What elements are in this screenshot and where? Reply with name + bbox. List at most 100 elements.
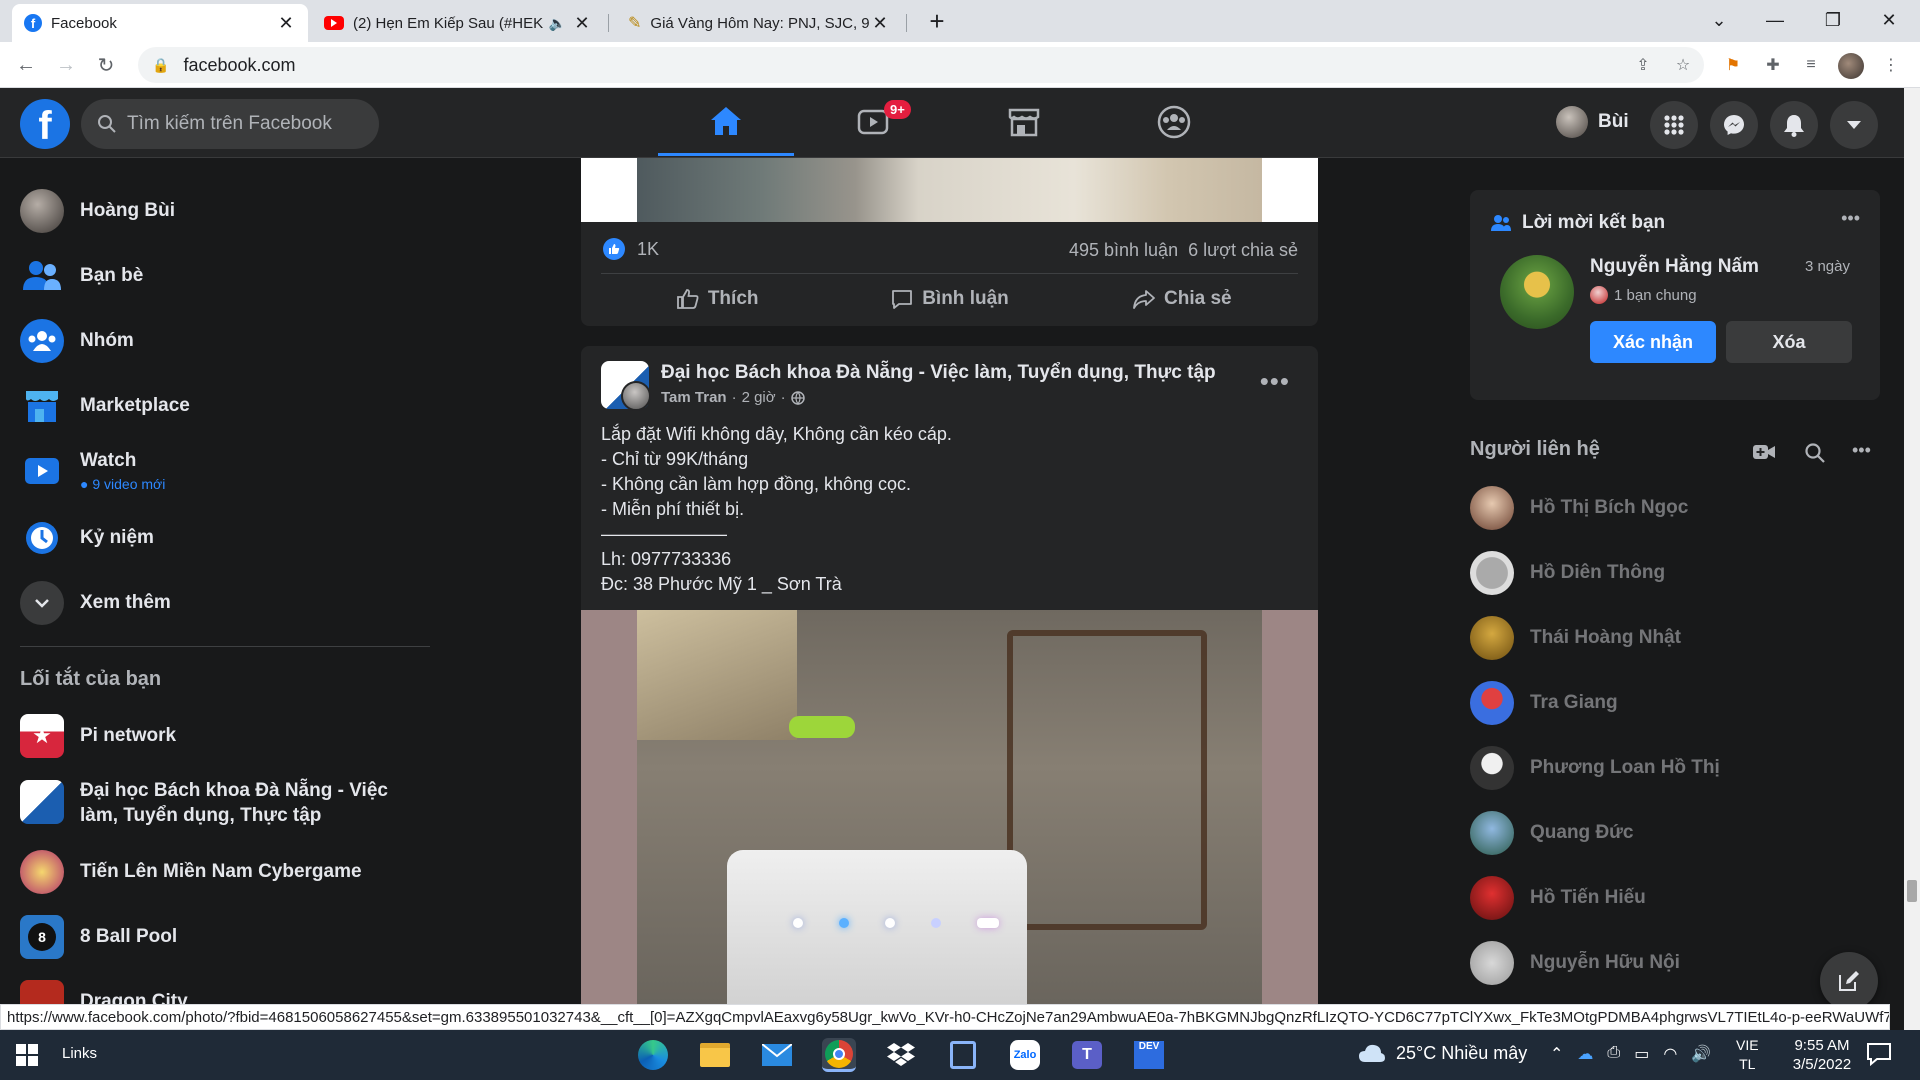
sidebar-item-marketplace[interactable]: Marketplace [20,380,190,432]
tab-watch[interactable]: 9+ [806,88,942,156]
sidebar-item-see-more[interactable]: Xem thêm [20,577,171,629]
contact-item[interactable]: Thái Hoàng Nhật [1470,612,1681,664]
more-options-icon[interactable]: ••• [1852,440,1871,461]
volume-icon[interactable]: 🔊 [1691,1044,1711,1064]
store-app[interactable] [946,1038,980,1072]
scrollbar-thumb[interactable] [1907,880,1917,902]
sidebar-item-watch[interactable]: Watch ● 9 video mới [20,445,165,497]
post-image[interactable] [637,158,1262,222]
new-room-button[interactable] [1752,442,1776,462]
shortcut-8-ball-pool[interactable]: 8 8 Ball Pool [20,911,177,963]
shortcut-dhbk-group[interactable]: Đại học Bách khoa Đà Nẵng - Việc làm, Tu… [20,778,430,828]
wifi-icon[interactable]: ◠ [1663,1044,1677,1064]
contact-item[interactable]: Hồ Diên Thông [1470,547,1665,599]
page-scrollbar[interactable] [1904,88,1920,1030]
contact-item[interactable]: Phương Loan Hồ Thị [1470,742,1720,794]
new-tab-button[interactable]: + [922,6,952,36]
shares-count[interactable]: 6 lượt chia sẻ [1188,240,1298,261]
shortcut-pi-network[interactable]: ★ Pi network [20,710,176,762]
requester-name[interactable]: Nguyễn Hằng Nấm [1590,256,1759,278]
extension-icon[interactable]: ⚑ [1722,54,1744,76]
notifications-button[interactable] [1770,101,1818,149]
reactions-summary[interactable]: 1K [603,238,659,260]
edge-app[interactable] [636,1038,670,1072]
sidebar-item-friends[interactable]: Bạn bè [20,250,143,302]
close-tab-icon[interactable]: ✕ [870,13,890,34]
forward-button[interactable]: → [52,51,80,79]
tab-facebook[interactable]: f Facebook ✕ [12,4,308,42]
contact-item[interactable]: Tra Giang [1470,677,1618,729]
new-message-button[interactable] [1820,952,1878,1010]
sidebar-item-profile[interactable]: Hoàng Bùi [20,185,175,237]
mail-app[interactable] [760,1038,794,1072]
comment-button[interactable]: Bình luận [833,278,1065,320]
delete-button[interactable]: Xóa [1726,321,1852,363]
clock[interactable]: 9:55 AM 3/5/2022 [1776,1036,1868,1074]
account-button[interactable] [1830,101,1878,149]
chrome-app[interactable] [822,1038,856,1072]
more-options-icon[interactable]: ••• [1841,208,1860,229]
url-bar[interactable]: 🔒 facebook.com [138,47,1704,83]
tab-home[interactable] [658,88,794,156]
contact-item[interactable]: Quang Đức [1470,807,1634,859]
search-input[interactable]: Tìm kiếm trên Facebook [81,99,379,149]
tray-device-icon[interactable]: ⎙ [1607,1044,1620,1064]
profile-shortcut[interactable]: Bùi [1556,106,1629,138]
shortcut-dragon-city[interactable]: Dragon City [20,976,188,1004]
audio-playing-icon[interactable]: 🔈 [549,15,566,32]
reload-button[interactable]: ↻ [92,51,120,79]
sidebar-item-groups[interactable]: Nhóm [20,315,134,367]
file-explorer-app[interactable] [698,1038,732,1072]
comments-count[interactable]: 495 bình luận [1069,240,1178,261]
weather-widget[interactable]: 25°C Nhiều mây [1358,1042,1527,1064]
menu-button[interactable] [1650,101,1698,149]
media-control-icon[interactable]: ≡ [1800,54,1822,76]
author-name-link[interactable]: Tam Tran [661,389,727,406]
close-tab-icon[interactable]: ✕ [276,13,296,34]
mutual-friends[interactable]: 1 bạn chung [1590,286,1697,304]
tab-gold-price[interactable]: ✎ Giá Vàng Hôm Nay: PNJ, SJC, 999 ✕ [616,4,902,42]
battery-icon[interactable]: ▭ [1634,1044,1649,1064]
lock-icon[interactable]: 🔒 [152,57,169,74]
onedrive-icon[interactable]: ☁ [1577,1044,1593,1064]
close-tab-icon[interactable]: ✕ [572,13,592,34]
zalo-app[interactable]: Zalo [1008,1038,1042,1072]
like-button[interactable]: Thích [601,278,833,320]
url-text[interactable]: facebook.com [183,55,295,76]
sidebar-item-memories[interactable]: Kỷ niệm [20,512,154,564]
close-window-button[interactable]: ✕ [1866,0,1912,40]
author-avatar[interactable] [621,381,651,411]
extensions-puzzle-icon[interactable]: ✚ [1762,54,1784,76]
requester-avatar[interactable] [1500,255,1574,329]
dev-app[interactable]: DEV [1132,1038,1166,1072]
contact-item[interactable]: Hồ Thị Bích Ngọc [1470,482,1688,534]
share-button[interactable]: Chia sẻ [1066,278,1298,320]
post-timestamp[interactable]: 2 giờ [742,389,776,406]
minimize-button[interactable]: — [1752,0,1798,40]
dropbox-app[interactable] [884,1038,918,1072]
windows-start-button[interactable] [16,1044,38,1071]
group-name-link[interactable]: Đại học Bách khoa Đà Nẵng - Việc làm, Tu… [661,362,1216,384]
back-button[interactable]: ← [12,51,40,79]
post-image[interactable] [637,610,1262,1004]
links-toolbar[interactable]: Links [62,1045,97,1062]
bookmark-star-icon[interactable]: ☆ [1672,54,1694,76]
tab-marketplace[interactable] [956,88,1092,156]
tab-search-icon[interactable]: ⌄ [1696,0,1742,40]
profile-avatar[interactable] [1838,53,1864,79]
more-options-icon[interactable]: ••• [1260,366,1290,397]
facebook-logo[interactable]: f [20,99,70,149]
teams-app[interactable]: T [1070,1038,1104,1072]
group-avatar[interactable] [601,361,651,411]
chrome-menu-icon[interactable]: ⋮ [1880,54,1902,76]
notifications-center-button[interactable] [1866,1042,1892,1071]
messenger-button[interactable] [1710,101,1758,149]
restore-button[interactable]: ❐ [1810,0,1856,40]
tab-youtube[interactable]: (2) Hẹn Em Kiếp Sau (#HEKS) 🔈 ✕ [312,4,604,42]
shortcut-tien-len[interactable]: Tiến Lên Miền Nam Cybergame [20,846,362,898]
search-contacts-button[interactable] [1804,442,1826,469]
contact-item[interactable]: Nguyễn Hữu Nội [1470,937,1680,989]
confirm-button[interactable]: Xác nhận [1590,321,1716,363]
contact-item[interactable]: Hồ Tiến Hiếu [1470,872,1646,924]
input-language[interactable]: VIE TL [1736,1036,1759,1074]
